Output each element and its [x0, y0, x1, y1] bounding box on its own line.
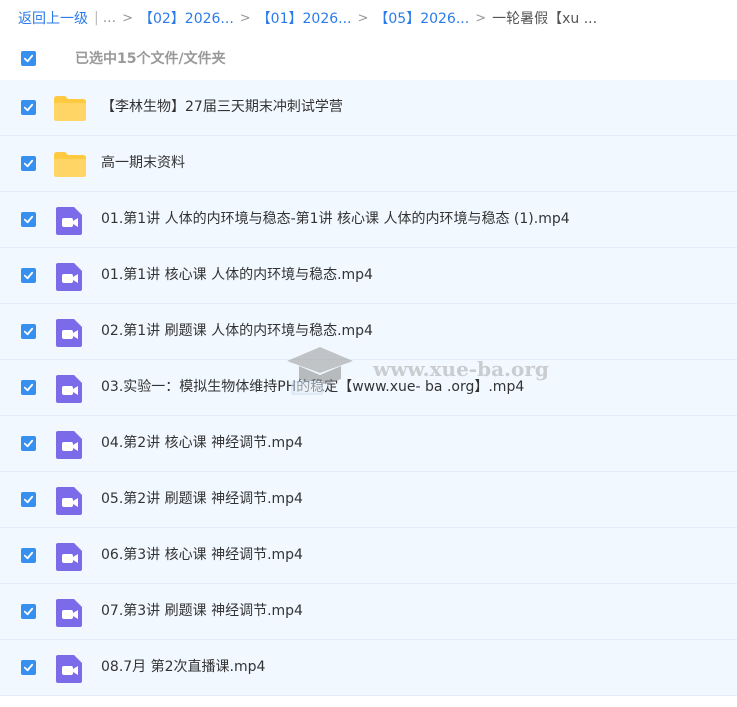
file-list: 【李林生物】27届三天期末冲刺试学营 高一期末资料 01.第1讲 人体的内环境与稳态…: [0, 80, 737, 696]
video-file-icon: [53, 484, 87, 516]
file-name[interactable]: 04.第2讲 核心课 神经调节.mp4: [101, 433, 303, 453]
file-name[interactable]: 07.第3讲 刷题课 神经调节.mp4: [101, 601, 303, 621]
video-file-icon: [53, 596, 87, 628]
file-checkbox[interactable]: [21, 604, 36, 619]
file-row[interactable]: 01.第1讲 人体的内环境与稳态-第1讲 核心课 人体的内环境与稳态 (1).m…: [0, 192, 737, 248]
breadcrumb-item[interactable]: 【02】2026...: [139, 8, 234, 28]
select-all-bar: 已选中15个文件/文件夹: [0, 36, 737, 80]
file-row[interactable]: 01.第1讲 核心课 人体的内环境与稳态.mp4: [0, 248, 737, 304]
file-name[interactable]: 03.实验一：模拟生物体维持PH的稳定【www.xue- ba .org】.mp…: [101, 377, 524, 397]
breadcrumb: 返回上一级 | ... > 【02】2026... > 【01】2026... …: [0, 0, 737, 36]
file-row[interactable]: 06.第3讲 核心课 神经调节.mp4: [0, 528, 737, 584]
video-file-icon: [53, 428, 87, 460]
file-checkbox[interactable]: [21, 268, 36, 283]
file-name[interactable]: 高一期末资料: [101, 153, 185, 173]
checkmark-icon: [23, 439, 34, 448]
checkmark-icon: [23, 327, 34, 336]
file-checkbox[interactable]: [21, 660, 36, 675]
back-link[interactable]: 返回上一级: [18, 8, 88, 28]
file-name[interactable]: 01.第1讲 人体的内环境与稳态-第1讲 核心课 人体的内环境与稳态 (1).m…: [101, 209, 570, 229]
checkmark-icon: [23, 607, 34, 616]
video-file-icon: [53, 652, 87, 684]
file-name[interactable]: 06.第3讲 核心课 神经调节.mp4: [101, 545, 303, 565]
file-row[interactable]: 04.第2讲 核心课 神经调节.mp4: [0, 416, 737, 472]
file-checkbox[interactable]: [21, 324, 36, 339]
file-row[interactable]: 高一期末资料: [0, 136, 737, 192]
checkmark-icon: [23, 383, 34, 392]
file-row[interactable]: 07.第3讲 刷题课 神经调节.mp4: [0, 584, 737, 640]
file-checkbox[interactable]: [21, 436, 36, 451]
checkmark-icon: [23, 495, 34, 504]
file-row[interactable]: 【李林生物】27届三天期末冲刺试学营: [0, 80, 737, 136]
video-file-icon: [53, 316, 87, 348]
chevron-right-icon: >: [475, 10, 487, 26]
file-name[interactable]: 【李林生物】27届三天期末冲刺试学营: [101, 97, 343, 117]
file-checkbox[interactable]: [21, 492, 36, 507]
breadcrumb-item[interactable]: 【01】2026...: [257, 8, 352, 28]
chevron-right-icon: >: [122, 10, 133, 26]
file-checkbox[interactable]: [21, 380, 36, 395]
file-checkbox[interactable]: [21, 212, 36, 227]
checkmark-icon: [23, 54, 34, 62]
checkmark-icon: [23, 551, 34, 560]
checkmark-icon: [23, 663, 34, 672]
video-file-icon: [53, 540, 87, 572]
selection-count-label: 已选中15个文件/文件夹: [75, 51, 226, 67]
folder-icon: [53, 92, 87, 124]
chevron-right-icon: >: [239, 10, 251, 26]
chevron-right-icon: >: [357, 10, 369, 26]
video-file-icon: [53, 260, 87, 292]
file-checkbox[interactable]: [21, 548, 36, 563]
checkmark-icon: [23, 103, 34, 112]
file-name[interactable]: 08.7月 第2次直播课.mp4: [101, 657, 265, 677]
breadcrumb-item[interactable]: 【05】2026...: [374, 8, 469, 28]
file-row[interactable]: 03.实验一：模拟生物体维持PH的稳定【www.xue- ba .org】.mp…: [0, 360, 737, 416]
breadcrumb-root[interactable]: ...: [103, 10, 116, 26]
breadcrumb-current: 一轮暑假【xu ...: [492, 11, 598, 27]
checkmark-icon: [23, 215, 34, 224]
checkmark-icon: [23, 271, 34, 280]
file-name[interactable]: 05.第2讲 刷题课 神经调节.mp4: [101, 489, 303, 509]
breadcrumb-divider: |: [94, 10, 99, 26]
video-file-icon: [53, 372, 87, 404]
file-name[interactable]: 02.第1讲 刷题课 人体的内环境与稳态.mp4: [101, 321, 373, 341]
file-checkbox[interactable]: [21, 100, 36, 115]
file-checkbox[interactable]: [21, 156, 36, 171]
folder-icon: [53, 148, 87, 180]
video-file-icon: [53, 204, 87, 236]
file-name[interactable]: 01.第1讲 核心课 人体的内环境与稳态.mp4: [101, 265, 373, 285]
file-row[interactable]: 02.第1讲 刷题课 人体的内环境与稳态.mp4: [0, 304, 737, 360]
file-row[interactable]: 08.7月 第2次直播课.mp4: [0, 640, 737, 696]
file-row[interactable]: 05.第2讲 刷题课 神经调节.mp4: [0, 472, 737, 528]
select-all-checkbox[interactable]: [21, 50, 36, 66]
checkmark-icon: [23, 159, 34, 168]
